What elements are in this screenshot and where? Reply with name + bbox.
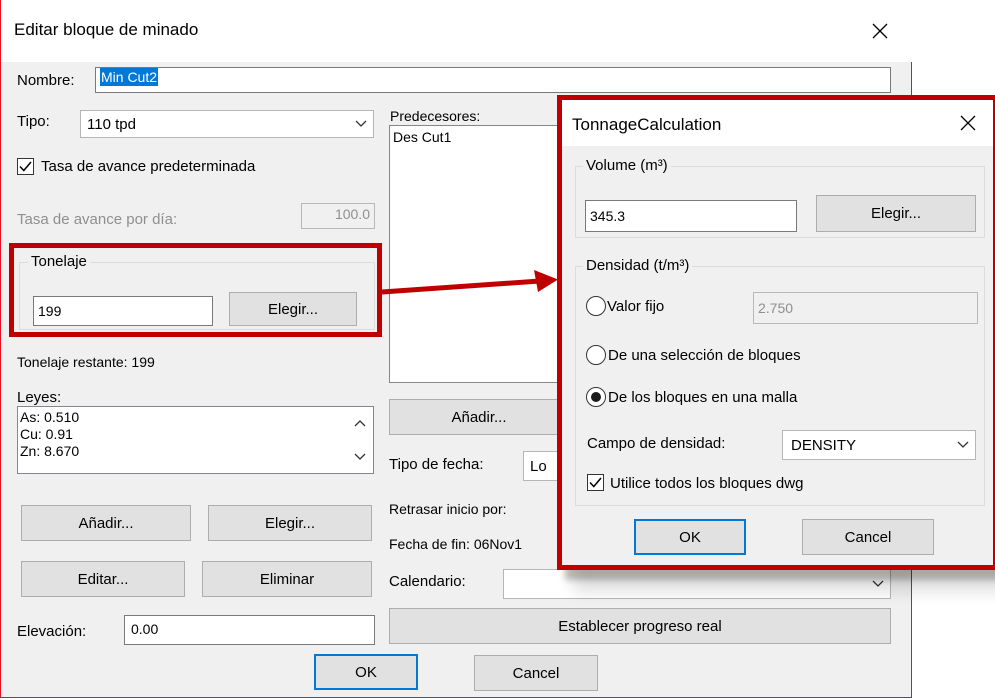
valor-fijo-label: Valor fijo: [607, 298, 665, 315]
list-item[interactable]: Des Cut1: [393, 130, 451, 144]
leyes-elegir-button[interactable]: Elegir...: [208, 505, 372, 541]
tasa-dia-value: 100.0: [334, 206, 370, 222]
tonnage-close-button[interactable]: [945, 106, 991, 140]
seleccion-radio[interactable]: [586, 345, 606, 365]
tonnage-ok-button[interactable]: OK: [634, 519, 746, 555]
elevacion-value: 0.00: [131, 621, 159, 637]
progreso-label: Establecer progreso real: [558, 617, 722, 635]
leyes-anadir-button[interactable]: Añadir...: [21, 505, 191, 541]
checkmark-icon: [19, 161, 32, 172]
volume-elegir-label: Elegir...: [870, 205, 922, 222]
list-item[interactable]: Zn: 8.670: [20, 444, 79, 458]
leyes-label: Leyes:: [17, 389, 62, 406]
editar-button[interactable]: Editar...: [21, 561, 185, 597]
radio-selected-dot: [591, 392, 601, 402]
predecesores-anadir-label: Añadir...: [451, 408, 507, 426]
malla-radio[interactable]: [586, 387, 606, 407]
densidad-group-label: Densidad (t/m³): [583, 258, 693, 273]
nombre-input[interactable]: Min Cut2: [95, 67, 891, 93]
tonnage-title: TonnageCalculation: [572, 115, 722, 134]
leyes-elegir-label: Elegir...: [264, 514, 316, 532]
valor-fijo-radio[interactable]: [586, 296, 606, 316]
main-title: Editar bloque de minado: [14, 20, 199, 39]
tipo-value: 110 tpd: [87, 115, 136, 133]
campo-select[interactable]: DENSITY: [782, 430, 976, 460]
tasa-dia-label: Tasa de avance por día:: [17, 211, 178, 228]
scroll-down-icon[interactable]: [354, 453, 366, 461]
chevron-down-icon: [872, 580, 884, 587]
seleccion-label: De una selección de bloques: [608, 347, 801, 364]
chevron-down-icon: [355, 120, 367, 127]
retrasar-label: Retrasar inicio por:: [389, 501, 507, 517]
predecesores-anadir-button[interactable]: Añadir...: [389, 399, 569, 435]
nombre-label: Nombre:: [17, 72, 75, 89]
cancel-label: Cancel: [512, 664, 560, 682]
main-titlebar: Editar bloque de minado: [1, 0, 912, 62]
calendario-label: Calendario:: [389, 573, 466, 590]
ok-button[interactable]: OK: [314, 654, 418, 690]
list-item[interactable]: As: 0.510: [20, 410, 79, 424]
volume-input[interactable]: 345.3: [585, 200, 797, 232]
elevacion-input[interactable]: 0.00: [124, 615, 375, 645]
dwg-label: Utilice todos los bloques dwg: [610, 475, 804, 492]
tonnage-cancel-label: Cancel: [844, 528, 892, 546]
eliminar-button[interactable]: Eliminar: [202, 561, 372, 597]
editar-label: Editar...: [77, 570, 129, 588]
fecha-fin-label: Fecha de fin: 06Nov1: [389, 536, 523, 552]
leyes-anadir-label: Añadir...: [78, 514, 134, 532]
tipo-select[interactable]: 110 tpd: [80, 110, 374, 138]
tonnage-dialog: TonnageCalculation Volume (m³) 345.3 Ele…: [557, 95, 995, 570]
tasa-default-label: Tasa de avance predeterminada: [41, 158, 256, 175]
main-close-button[interactable]: [857, 14, 903, 48]
campo-value: DENSITY: [791, 436, 857, 454]
calendario-select[interactable]: [503, 569, 891, 599]
predecesores-list[interactable]: Des Cut1: [389, 125, 569, 383]
ok-label: OK: [355, 663, 377, 681]
volume-value: 345.3: [590, 208, 626, 224]
nombre-value: Min Cut2: [100, 68, 159, 86]
tonnage-titlebar: TonnageCalculation: [562, 100, 993, 146]
eliminar-label: Eliminar: [259, 570, 315, 588]
malla-label: De los bloques en una malla: [608, 389, 798, 406]
chevron-down-icon: [957, 441, 969, 448]
tipo-fecha-label: Tipo de fecha:: [389, 456, 484, 473]
tonelaje-highlight: [9, 243, 382, 337]
tonnage-ok-label: OK: [679, 528, 701, 546]
close-icon: [960, 115, 976, 131]
tonnage-cancel-button[interactable]: Cancel: [802, 519, 934, 555]
cancel-button[interactable]: Cancel: [474, 655, 598, 691]
campo-label: Campo de densidad:: [587, 435, 726, 452]
scroll-up-icon[interactable]: [354, 419, 366, 427]
close-icon: [872, 23, 888, 39]
checkmark-icon: [589, 477, 602, 488]
valor-fijo-input[interactable]: 2.750: [753, 292, 978, 324]
leyes-list[interactable]: As: 0.510 Cu: 0.91 Zn: 8.670: [17, 406, 374, 474]
valor-fijo-value: 2.750: [758, 300, 794, 316]
dwg-checkbox[interactable]: [587, 474, 604, 491]
tasa-default-checkbox[interactable]: [17, 158, 34, 175]
predecesores-label: Predecesores:: [390, 108, 481, 124]
tipo-label: Tipo:: [17, 113, 50, 130]
list-item[interactable]: Cu: 0.91: [20, 427, 73, 441]
arrow-icon: [381, 270, 558, 295]
volume-group-label: Volume (m³): [583, 158, 671, 173]
progreso-button[interactable]: Establecer progreso real: [389, 608, 891, 644]
tonelaje-restante: Tonelaje restante: 199: [17, 354, 155, 370]
volume-elegir-button[interactable]: Elegir...: [816, 195, 976, 232]
elevacion-label: Elevación:: [17, 623, 87, 640]
tipo-fecha-value: Lo: [530, 457, 547, 475]
tasa-dia-input[interactable]: 100.0: [301, 203, 375, 229]
